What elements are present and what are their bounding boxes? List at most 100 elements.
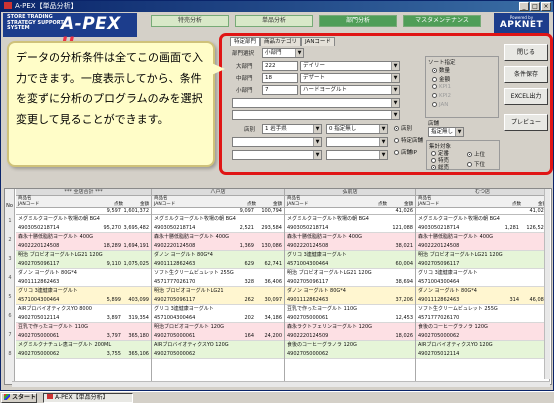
close-button[interactable]: 閉じる	[504, 44, 548, 61]
tab-category[interactable]: 商品カテゴリ	[260, 37, 302, 46]
table-row[interactable]: AIRブロバイオティクスYO 8000 4902705012114 3,897 31…	[16, 305, 151, 323]
tab-specific-dept[interactable]: 特定部門	[230, 37, 261, 46]
preview-button[interactable]: プレビュー	[504, 114, 548, 131]
item-amount: 18,026	[395, 333, 414, 339]
table-row[interactable]: ダノン ヨーグルト 80G*4 4901112862463 314 46,084	[416, 287, 549, 305]
dept-select-dropdown[interactable]: 小部門 ▼	[262, 48, 304, 58]
table-row[interactable]: メグミルクヨーグルト牧場の朝 BG4 4903050218714 2,521 293…	[152, 215, 284, 233]
table-row[interactable]: 明治 ブロビオヨーグルトLG21 120G 4902705096117 38,69…	[285, 269, 415, 287]
table-row[interactable]: AIRブロバイオティクスYO 120G 4902705000062	[152, 341, 284, 359]
table-row[interactable]: 森永ラクトフェリンヨーグルト 120G 4902220124509 18,026	[285, 323, 415, 341]
item-name: グリコ 3連健康ヨーグルト	[18, 288, 78, 294]
item-name: 食後のコーヒーグラノラ 120G	[287, 342, 357, 348]
minimize-button[interactable]: _	[519, 2, 529, 11]
radio-specific-store[interactable]: 特定店舗	[394, 136, 423, 144]
horizontal-scrollbar[interactable]	[12, 381, 550, 387]
extra-condition-1[interactable]: ▼	[232, 98, 400, 108]
tooltip-tail	[207, 61, 225, 77]
mid-dept-name[interactable]: デザート ▼	[300, 73, 400, 83]
tab-master-maintenance[interactable]: マスタメンテナンス	[403, 15, 481, 27]
close-window-button[interactable]: ×	[541, 2, 551, 11]
zone-dropdown[interactable]: 0 指定無し ▼	[326, 124, 388, 134]
table-row[interactable]: 森永十勝低脂肪ヨーグルト 400G 4902220124508 18,289 1,6…	[16, 233, 151, 251]
tab-item-analysis[interactable]: 単品分析	[235, 15, 313, 27]
table-row[interactable]: 明治 ブロビオヨーグルトLG21 120G 4902705096117 9,110…	[16, 251, 151, 269]
no-header: No	[6, 203, 13, 209]
table-row[interactable]: ダノン ヨーグルト 80G*4 4901112862463 629 62,741	[152, 251, 284, 269]
table-row[interactable]: 森永十勝低脂肪ヨーグルト 400G 4902220124508	[416, 233, 549, 251]
vertical-scrollbar[interactable]	[544, 189, 550, 379]
extra-condition-3[interactable]: ▼	[232, 137, 322, 147]
item-amount: 3,695,482	[123, 225, 149, 231]
table-row[interactable]: 豆乳で作ったヨーグルト 110G 4902705000061 12,453	[285, 305, 415, 323]
table-row[interactable]: ソフト生クリームビュレット 255G 4571777026170	[416, 305, 549, 323]
table-row[interactable]: グリコ 3連健康ヨーグルト 4571004300464 202 34,186	[152, 305, 284, 323]
small-dept-code[interactable]: 7	[262, 85, 298, 95]
excel-export-button[interactable]: EXCEL出力	[504, 88, 548, 105]
windows-flag-icon	[4, 393, 10, 400]
row-number: 4	[8, 275, 12, 281]
table-row[interactable]: AIRブロバイオティクスYO 120G 4902705012114	[416, 341, 549, 359]
table-row[interactable]: 食後のコーヒーグラノラ 120G 4902705000062	[285, 341, 415, 359]
tab-sale-analysis[interactable]: 特売分析	[151, 15, 229, 27]
maximize-button[interactable]: □	[530, 2, 540, 11]
table-row[interactable]: 食後のコーヒーグラノラ 120G 4902705000062	[416, 323, 549, 341]
small-dept-name[interactable]: ハードヨーグルト ▼	[300, 85, 400, 95]
table-row[interactable]: 森永十勝低脂肪ヨーグルト 400G 4902220124508 1,369 130,…	[152, 233, 284, 251]
table-row[interactable]: メグミルクヨーグルト牧場の朝 BG4 4903050218714 121,088	[285, 215, 415, 233]
sort-jan[interactable]: JAN	[432, 102, 448, 108]
start-button[interactable]: スタート	[1, 392, 37, 403]
row-number: 3	[8, 256, 12, 262]
sort-group: ソート指定 数量 金額 KPI1 KPI2 JAN	[425, 56, 499, 118]
item-amount: 1,075,025	[123, 261, 149, 267]
sort-qty[interactable]: 数量	[432, 66, 450, 74]
chevron-down-icon: ▼	[313, 125, 321, 133]
radio-by-store[interactable]: 店別	[394, 124, 412, 132]
position-bottom[interactable]: 下位	[467, 160, 485, 168]
sort-kpi2[interactable]: KPI2	[432, 93, 451, 99]
agg-total[interactable]: 総売	[431, 163, 449, 171]
jan-code: 4902705096117	[418, 261, 460, 267]
table-row[interactable]: 明治 ブロビオヨーグルトLG21 4902705096117 262 30,097	[152, 287, 284, 305]
table-row[interactable]: グリコ 3連健康ヨーグルト 4571004300464	[416, 269, 549, 287]
item-name: 豆乳で作ったヨーグルト 110G	[287, 306, 358, 312]
table-row[interactable]: ソフト生クリームビュレット 255G 4571777026170 328 36,40…	[152, 269, 284, 287]
table-row[interactable]: グリコ 3連健康ヨーグルト 4571004300464 5,899 403,099	[16, 287, 151, 305]
table-row[interactable]: メグミルクナチュレ恵ヨーグルト 200ML 4902705000062 3,755…	[16, 341, 151, 359]
table-row[interactable]: メグミルクヨーグルト牧場の朝 BG4 4903050218714 95,270 3,…	[16, 215, 151, 233]
position-top[interactable]: 上位	[467, 150, 485, 158]
sort-store-dropdown[interactable]: 指定無し ▼	[428, 127, 464, 137]
taskbar-app-item[interactable]: A-PEX【単品分析】	[43, 392, 133, 403]
sort-amount[interactable]: 金額	[432, 75, 450, 83]
item-amount: 30,097	[264, 297, 283, 303]
large-dept-name[interactable]: デイリー ▼	[300, 61, 400, 71]
item-qty: 3,755	[106, 351, 121, 357]
table-row[interactable]: グリコ 3連健康ヨーグルト 4571004300464 60,004	[285, 251, 415, 269]
chevron-down-icon: ▼	[391, 111, 399, 119]
item-name: AIRブロバイオティクスYO 8000	[18, 306, 92, 312]
table-row[interactable]: ダノン ヨーグルト 80G*4 4901112862463 37,206	[285, 287, 415, 305]
jan-code: 4903050218714	[287, 225, 329, 231]
store-dropdown[interactable]: 1 岩手県 ▼	[262, 124, 322, 134]
radio-store-ip[interactable]: 店舗IP	[394, 148, 417, 156]
table-row[interactable]: 森永十勝低脂肪ヨーグルト 400G 4902220124508 38,021	[285, 233, 415, 251]
tab-jan-code[interactable]: JANコード	[301, 37, 335, 46]
extra-condition-6[interactable]: ▼	[326, 150, 388, 160]
item-amount: 37,206	[395, 297, 414, 303]
item-name: 明治ブロビオヨーグルト 120G	[154, 324, 225, 330]
mid-dept-code[interactable]: 18	[262, 73, 298, 83]
table-row[interactable]: 豆乳で作ったヨーグルト 110G 4902705000061 3,797 365,1…	[16, 323, 151, 341]
table-row[interactable]: ダノン ヨーグルト 80G*4 4901112862463	[16, 269, 151, 287]
column-header: 商品名 JANコード 点数 金額	[152, 196, 284, 208]
save-condition-button[interactable]: 条件保存	[504, 66, 548, 83]
extra-condition-4[interactable]: ▼	[326, 137, 388, 147]
app-icon	[47, 393, 53, 399]
table-row[interactable]: 明治 ブロビオヨーグルトLG21 120G 4902705096117	[416, 251, 549, 269]
sort-kpi1[interactable]: KPI1	[432, 84, 451, 90]
extra-condition-2[interactable]: ▼	[232, 110, 400, 120]
extra-condition-5[interactable]: ▼	[232, 150, 322, 160]
large-dept-code[interactable]: 222	[262, 61, 298, 71]
tab-dept-analysis[interactable]: 部門分析	[319, 15, 397, 27]
table-row[interactable]: メグミルクヨーグルト牧場の朝 BG4 4903050218714 1,281 126…	[416, 215, 549, 233]
table-row[interactable]: 明治ブロビオヨーグルト 120G 4902705000061 164 24,200	[152, 323, 284, 341]
